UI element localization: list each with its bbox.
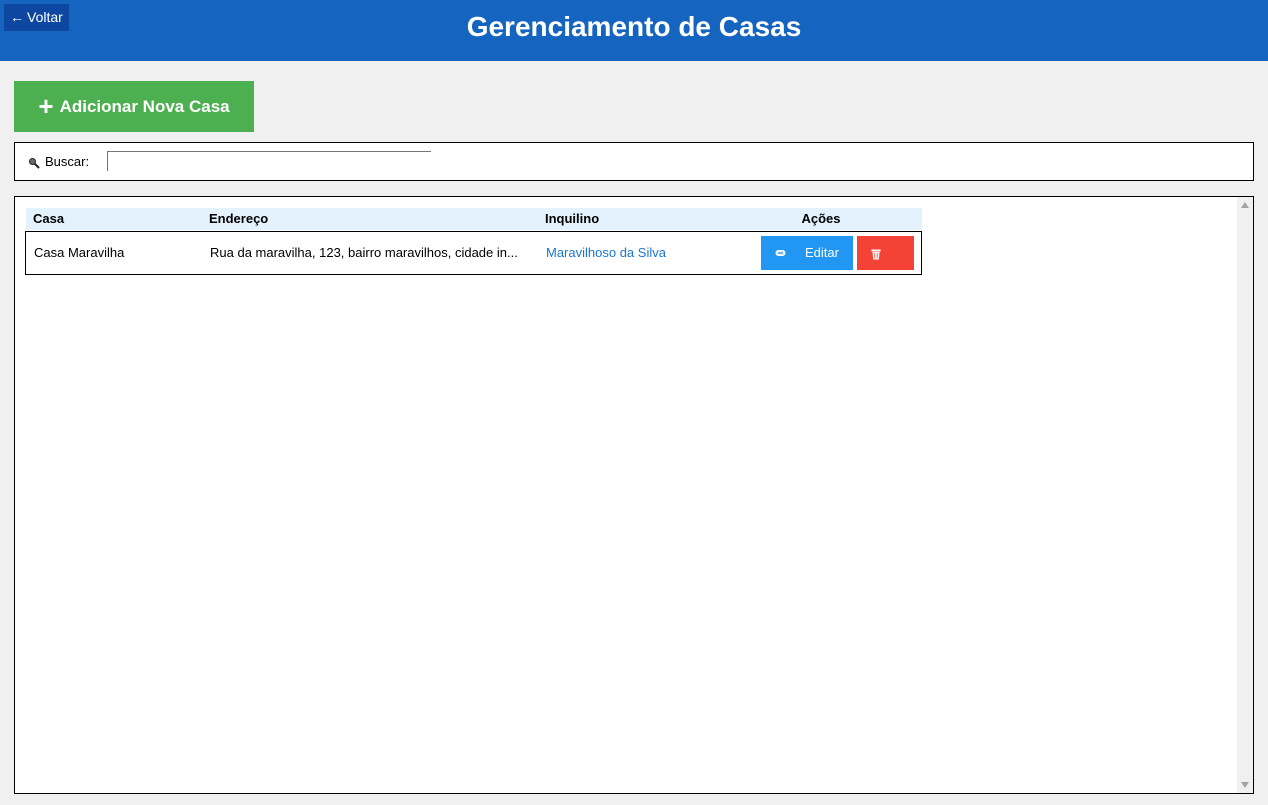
scroll-down-arrow-icon[interactable] [1241,782,1249,788]
add-house-label: Adicionar Nova Casa [59,96,230,116]
vertical-scrollbar[interactable] [1237,197,1253,793]
column-header-inquilino: Inquilino [545,211,600,226]
houses-list-panel: Casa Endereço Inquilino Ações Casa Marav… [14,196,1254,794]
back-button[interactable]: ← Voltar [4,4,69,31]
add-house-button[interactable]: + Adicionar Nova Casa [14,81,254,132]
search-input[interactable] [107,151,431,171]
house-address-cell: Rua da maravilha, 123, bairro maravilhos… [210,245,518,260]
plus-icon: + [38,90,54,121]
tenant-link[interactable]: Maravilhoso da Silva [546,232,666,274]
trash-icon [871,249,881,260]
search-label: Buscar: [45,154,90,169]
column-header-endereco: Endereço [209,211,269,226]
search-icon [29,158,40,169]
edit-button[interactable]: Editar [761,236,853,270]
scroll-up-arrow-icon[interactable] [1241,202,1249,208]
app-header: Gerenciamento de Casas ← Voltar [0,0,1268,61]
column-header-casa: Casa [33,211,65,226]
pencil-icon [775,250,786,256]
table-row: Casa Maravilha Rua da maravilha, 123, ba… [25,231,922,275]
column-header-acoes: Ações [801,211,841,226]
back-arrow-icon: ← [10,9,24,25]
back-button-label: Voltar [27,9,63,25]
edit-button-label: Editar [805,245,839,260]
delete-button[interactable] [857,236,914,270]
search-bar: Buscar: [14,142,1254,181]
house-name-cell: Casa Maravilha [34,245,125,260]
table-header: Casa Endereço Inquilino Ações [26,208,922,230]
page-title: Gerenciamento de Casas [466,11,802,42]
